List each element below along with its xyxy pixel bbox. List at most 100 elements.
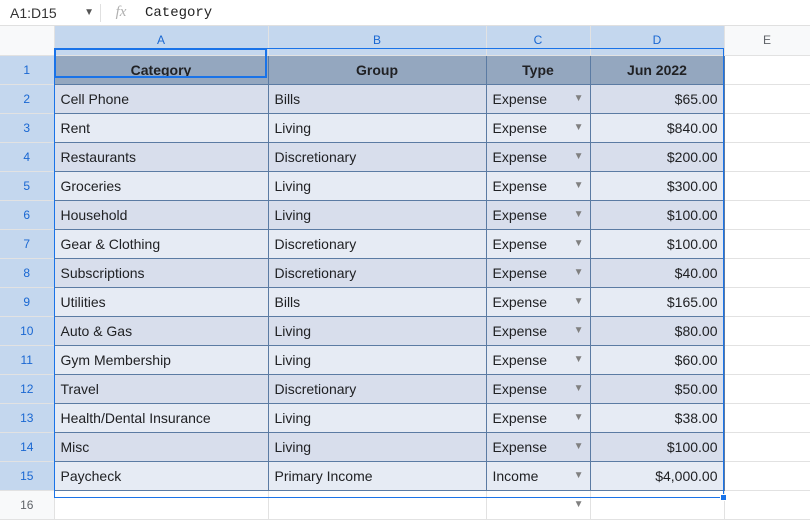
chevron-down-icon[interactable]: ▼ [568,180,584,191]
cell-C3[interactable]: Expense▼ [486,113,590,142]
row-header[interactable]: 3 [0,113,54,142]
row-header[interactable]: 7 [0,229,54,258]
cell-C5[interactable]: Expense▼ [486,171,590,200]
cell-B13[interactable]: Living [268,403,486,432]
cell-B4[interactable]: Discretionary [268,142,486,171]
cell-E11[interactable] [724,345,810,374]
cell-A5[interactable]: Groceries [54,171,268,200]
cell-D14[interactable]: $100.00 [590,432,724,461]
cell-D16[interactable] [590,490,724,519]
type-dropdown[interactable]: Expense▼ [493,259,584,287]
cell-A3[interactable]: Rent [54,113,268,142]
column-header-E[interactable]: E [724,26,810,55]
cell-B7[interactable]: Discretionary [268,229,486,258]
cell-E7[interactable] [724,229,810,258]
cell-E4[interactable] [724,142,810,171]
column-header-A[interactable]: A [54,26,268,55]
cell-E6[interactable] [724,200,810,229]
type-dropdown[interactable]: Expense▼ [493,143,584,171]
cell-D4[interactable]: $200.00 [590,142,724,171]
type-dropdown[interactable]: ▼ [493,491,584,519]
cell-C13[interactable]: Expense▼ [486,403,590,432]
cell-A8[interactable]: Subscriptions [54,258,268,287]
cell-B5[interactable]: Living [268,171,486,200]
cell-B16[interactable] [268,490,486,519]
chevron-down-icon[interactable]: ▼ [568,354,584,365]
cell-D3[interactable]: $840.00 [590,113,724,142]
cell-C6[interactable]: Expense▼ [486,200,590,229]
row-header[interactable]: 4 [0,142,54,171]
cell-C2[interactable]: Expense▼ [486,84,590,113]
cell-E16[interactable] [724,490,810,519]
cell-C7[interactable]: Expense▼ [486,229,590,258]
row-header[interactable]: 1 [0,55,54,84]
type-dropdown[interactable]: Expense▼ [493,317,584,345]
cell-B10[interactable]: Living [268,316,486,345]
cell-E10[interactable] [724,316,810,345]
cell-E9[interactable] [724,287,810,316]
row-header[interactable]: 8 [0,258,54,287]
cell-C15[interactable]: Income▼ [486,461,590,490]
cell-C11[interactable]: Expense▼ [486,345,590,374]
row-header[interactable]: 16 [0,490,54,519]
cell-E8[interactable] [724,258,810,287]
cell-C16[interactable]: ▼ [486,490,590,519]
cell-C14[interactable]: Expense▼ [486,432,590,461]
cell-A10[interactable]: Auto & Gas [54,316,268,345]
spreadsheet-grid[interactable]: A B C D E 1CategoryGroupTypeJun 20222Cel… [0,26,810,520]
cell-E12[interactable] [724,374,810,403]
cell-D11[interactable]: $60.00 [590,345,724,374]
cell-B3[interactable]: Living [268,113,486,142]
cell-E2[interactable] [724,84,810,113]
cell-A12[interactable]: Travel [54,374,268,403]
cell-B12[interactable]: Discretionary [268,374,486,403]
cell-D15[interactable]: $4,000.00 [590,461,724,490]
row-header[interactable]: 9 [0,287,54,316]
cell-A16[interactable] [54,490,268,519]
cell-A14[interactable]: Misc [54,432,268,461]
cell-A2[interactable]: Cell Phone [54,84,268,113]
column-header-C[interactable]: C [486,26,590,55]
type-dropdown[interactable]: Expense▼ [493,375,584,403]
cell-B2[interactable]: Bills [268,84,486,113]
cell-D9[interactable]: $165.00 [590,287,724,316]
cell-B6[interactable]: Living [268,200,486,229]
cell-B15[interactable]: Primary Income [268,461,486,490]
row-header[interactable]: 5 [0,171,54,200]
cell-A1[interactable]: Category [54,55,268,84]
cell-D2[interactable]: $65.00 [590,84,724,113]
chevron-down-icon[interactable]: ▼ [568,325,584,336]
fx-icon[interactable]: fx [101,4,141,21]
cell-B11[interactable]: Living [268,345,486,374]
cell-C10[interactable]: Expense▼ [486,316,590,345]
chevron-down-icon[interactable]: ▼ [568,151,584,162]
cell-B9[interactable]: Bills [268,287,486,316]
row-header[interactable]: 10 [0,316,54,345]
row-header[interactable]: 15 [0,461,54,490]
chevron-down-icon[interactable]: ▼ [568,209,584,220]
type-dropdown[interactable]: Income▼ [493,462,584,490]
chevron-down-icon[interactable]: ▼ [568,441,584,452]
row-header[interactable]: 2 [0,84,54,113]
cell-C9[interactable]: Expense▼ [486,287,590,316]
type-dropdown[interactable]: Expense▼ [493,172,584,200]
cell-B1[interactable]: Group [268,55,486,84]
cell-C1[interactable]: Type [486,55,590,84]
cell-D6[interactable]: $100.00 [590,200,724,229]
row-header[interactable]: 11 [0,345,54,374]
cell-E13[interactable] [724,403,810,432]
cell-A9[interactable]: Utilities [54,287,268,316]
cell-B14[interactable]: Living [268,432,486,461]
type-dropdown[interactable]: Expense▼ [493,346,584,374]
cell-C4[interactable]: Expense▼ [486,142,590,171]
chevron-down-icon[interactable]: ▼ [568,470,584,481]
column-header-B[interactable]: B [268,26,486,55]
type-dropdown[interactable]: Expense▼ [493,288,584,316]
name-box[interactable]: A1:D15 ▼ [0,0,100,25]
chevron-down-icon[interactable]: ▼ [568,267,584,278]
cell-D1[interactable]: Jun 2022 [590,55,724,84]
chevron-down-icon[interactable]: ▼ [84,7,94,18]
chevron-down-icon[interactable]: ▼ [568,383,584,394]
cell-D7[interactable]: $100.00 [590,229,724,258]
cell-C12[interactable]: Expense▼ [486,374,590,403]
